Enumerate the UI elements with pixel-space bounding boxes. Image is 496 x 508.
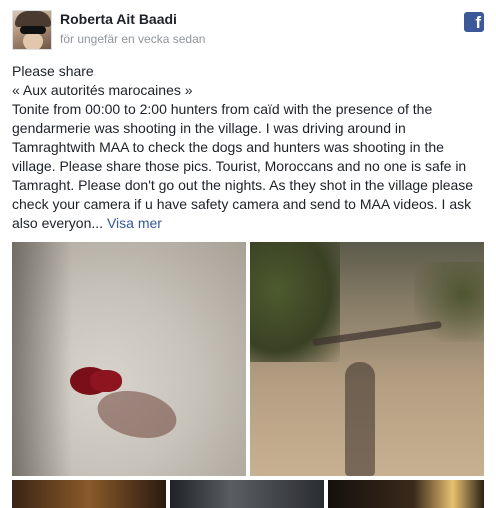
author-name[interactable]: Roberta Ait Baadi	[60, 11, 177, 27]
post-text-line: « Aux autorités marocaines »	[12, 82, 193, 98]
post-text-line: Tonite from 00:00 to 2:00 hunters from c…	[12, 101, 433, 117]
facebook-icon[interactable]: f	[464, 12, 484, 32]
post-text-line: check your camera if u have safety camer…	[12, 196, 472, 212]
photo-road-shadow[interactable]	[250, 242, 484, 476]
photo-smear	[93, 384, 181, 445]
post-text-line: gendarmerie was shooting in the village.…	[12, 120, 406, 136]
photo-blood-stain	[90, 370, 122, 392]
post-text-line: Please share	[12, 63, 94, 79]
avatar-sunglasses	[20, 26, 46, 34]
post-text-last-line: also everyon... Visa mer	[12, 214, 486, 233]
post-text-line: Tamraght. Please don't go out the nights…	[12, 177, 474, 193]
photo-person-shadow	[345, 362, 375, 476]
author-avatar[interactable]	[12, 10, 52, 50]
photo-thumbnail[interactable]	[328, 480, 484, 508]
avatar-hair	[15, 11, 51, 27]
post-text-line: Tamraghtwith MAA to check the dogs and h…	[12, 139, 444, 155]
post-text-truncated: also everyon...	[12, 215, 104, 231]
photo-thumbnail[interactable]	[12, 480, 166, 508]
see-more-link[interactable]: Visa mer	[107, 215, 162, 231]
avatar-face	[23, 33, 43, 49]
post-timestamp[interactable]: för ungefär en vecka sedan	[60, 32, 205, 46]
photo-thumbnail[interactable]	[170, 480, 324, 508]
post-text-line: village. Please share those pics. Touris…	[12, 158, 467, 174]
photo-grid	[12, 242, 484, 508]
photo-shading	[12, 242, 72, 476]
photo-blood-on-ground[interactable]	[12, 242, 246, 476]
post-text: Please share « Aux autorités marocaines …	[12, 62, 486, 233]
post-header: Roberta Ait Baadi för ungefär en vecka s…	[12, 10, 484, 52]
